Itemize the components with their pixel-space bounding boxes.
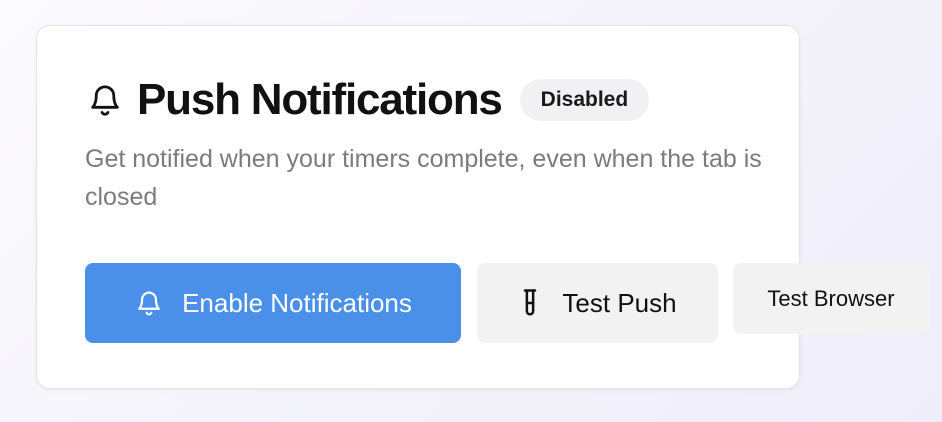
card-description: Get notified when your timers complete, …	[85, 145, 762, 211]
test-tube-icon	[518, 287, 542, 319]
bell-icon	[134, 288, 164, 318]
page-title: Push Notifications	[137, 75, 503, 124]
bell-icon	[85, 80, 125, 120]
card-header: Push Notifications Disabled	[85, 75, 650, 124]
enable-notifications-label: Enable Notifications	[182, 287, 412, 318]
status-badge: Disabled	[519, 79, 650, 121]
push-notifications-card: Push Notifications Disabled Get notified…	[36, 25, 800, 389]
test-push-label: Test Push	[562, 287, 677, 318]
test-push-button[interactable]: Test Push	[477, 263, 718, 343]
test-browser-button[interactable]: Test Browser	[733, 263, 929, 334]
enable-notifications-button[interactable]: Enable Notifications	[85, 263, 461, 343]
